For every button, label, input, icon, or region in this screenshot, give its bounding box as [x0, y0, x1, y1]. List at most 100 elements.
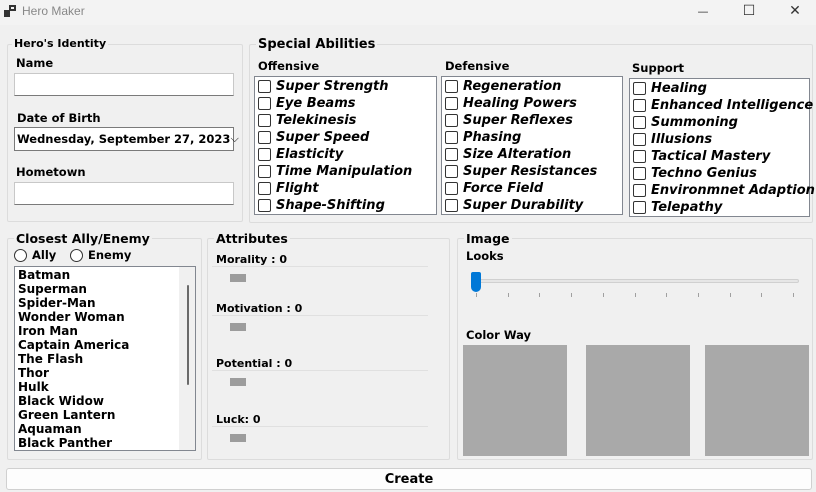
attribute-slider-thumb[interactable]: [230, 378, 246, 386]
checkbox-icon[interactable]: [258, 97, 271, 110]
ally-scroll-thumb[interactable]: [187, 285, 189, 385]
list-item[interactable]: Thor: [15, 366, 195, 380]
attribute-slider-thumb[interactable]: [230, 434, 246, 442]
checkbox-label: Super Resistances: [463, 164, 598, 179]
checkbox-label: Size Alteration: [463, 147, 572, 162]
defensive-checkbox-item[interactable]: Super Durability: [445, 197, 619, 214]
minimize-button[interactable]: —: [680, 0, 726, 22]
ally-radio[interactable]: Ally: [14, 248, 56, 262]
ally-scrollbar[interactable]: [179, 267, 195, 450]
offensive-checkbox-item[interactable]: Telekinesis: [258, 112, 433, 129]
color-swatch-2[interactable]: [586, 345, 690, 456]
checkbox-icon[interactable]: [258, 148, 271, 161]
attribute-label: Morality : 0: [216, 253, 288, 266]
list-item[interactable]: Aquaman: [15, 422, 195, 436]
support-checkbox-item[interactable]: Enhanced Intelligence: [633, 97, 813, 114]
looks-slider-thumb[interactable]: [471, 272, 481, 292]
checkbox-label: Time Manipulation: [276, 164, 413, 179]
attribute-track[interactable]: [212, 426, 428, 427]
list-item[interactable]: Captain America: [15, 338, 195, 352]
list-item[interactable]: Batman: [15, 268, 195, 282]
checkbox-icon[interactable]: [258, 131, 271, 144]
attribute-slider-thumb[interactable]: [230, 274, 246, 282]
checkbox-label: Techno Genius: [651, 166, 757, 181]
checkbox-icon[interactable]: [633, 167, 646, 180]
support-checkbox-item[interactable]: Telepathy: [633, 199, 806, 216]
checkbox-icon[interactable]: [258, 199, 271, 212]
list-item[interactable]: Green Lantern: [15, 408, 195, 422]
defensive-checkbox-item[interactable]: Phasing: [445, 129, 619, 146]
name-input[interactable]: [14, 73, 234, 96]
offensive-checkbox-item[interactable]: Super Strength: [258, 78, 433, 95]
support-checkbox-item[interactable]: Healing: [633, 80, 806, 97]
ally-listbox[interactable]: Batman Superman Spider-Man Wonder Woman Iron…: [14, 266, 196, 451]
dob-picker[interactable]: Wednesday, September 27, 2023 ⌵: [14, 127, 239, 151]
support-checkbox-item[interactable]: Illusions: [633, 131, 806, 148]
defensive-checkbox-item[interactable]: Regeneration: [445, 78, 619, 95]
title-bar: Hero Maker — ☐ ✕: [0, 0, 816, 25]
checkbox-icon[interactable]: [445, 148, 458, 161]
checkbox-icon[interactable]: [633, 201, 646, 214]
color-swatch-3[interactable]: [705, 345, 809, 456]
offensive-checkbox-item[interactable]: Eye Beams: [258, 95, 433, 112]
list-item[interactable]: Superman: [15, 282, 195, 296]
defensive-checkbox-item[interactable]: Healing Powers: [445, 95, 619, 112]
checkbox-icon[interactable]: [445, 165, 458, 178]
checkbox-icon[interactable]: [445, 97, 458, 110]
offensive-checkbox-item[interactable]: Elasticity: [258, 146, 433, 163]
checkbox-icon[interactable]: [445, 114, 458, 127]
attribute-slider-thumb[interactable]: [230, 323, 246, 331]
ally-radio-circle: [14, 248, 27, 262]
checkbox-icon[interactable]: [445, 199, 458, 212]
list-item[interactable]: Wonder Woman: [15, 310, 195, 324]
support-checkbox-item[interactable]: Techno Genius: [633, 165, 806, 182]
attribute-track[interactable]: [212, 315, 428, 316]
list-item[interactable]: Spider-Man: [15, 296, 195, 310]
checkbox-label: Summoning: [651, 115, 738, 130]
slider-tick: [666, 293, 668, 297]
attribute-track[interactable]: [212, 370, 428, 371]
attribute-track[interactable]: [212, 266, 428, 267]
checkbox-label: Telekinesis: [276, 113, 357, 128]
list-item[interactable]: Black Widow: [15, 394, 195, 408]
checkbox-icon[interactable]: [633, 99, 646, 112]
checkbox-icon[interactable]: [445, 131, 458, 144]
offensive-list: Super Strength Eye Beams Telekinesis Super …: [254, 76, 437, 215]
offensive-checkbox-item[interactable]: Flight: [258, 180, 433, 197]
defensive-checkbox-item[interactable]: Size Alteration: [445, 146, 619, 163]
maximize-button[interactable]: ☐: [726, 0, 772, 22]
defensive-checkbox-item[interactable]: Super Resistances: [445, 163, 619, 180]
offensive-checkbox-item[interactable]: Super Speed: [258, 129, 433, 146]
checkbox-icon[interactable]: [258, 165, 271, 178]
checkbox-label: Super Reflexes: [463, 113, 573, 128]
checkbox-icon[interactable]: [633, 116, 646, 129]
list-item[interactable]: Hulk: [15, 380, 195, 394]
list-item[interactable]: Black Panther: [15, 436, 195, 450]
offensive-checkbox-item[interactable]: Shape-Shifting: [258, 197, 433, 214]
looks-slider-track[interactable]: [473, 279, 799, 283]
checkbox-icon[interactable]: [258, 80, 271, 93]
checkbox-icon[interactable]: [633, 184, 646, 197]
checkbox-label: Elasticity: [276, 147, 344, 162]
hometown-input[interactable]: [14, 182, 234, 205]
support-checkbox-item[interactable]: Environmnet Adaption: [633, 182, 815, 199]
list-item[interactable]: The Flash: [15, 352, 195, 366]
list-item[interactable]: Iron Man: [15, 324, 195, 338]
checkbox-icon[interactable]: [633, 133, 646, 146]
defensive-checkbox-item[interactable]: Force Field: [445, 180, 619, 197]
offensive-checkbox-item[interactable]: Time Manipulation: [258, 163, 433, 180]
checkbox-icon[interactable]: [258, 114, 271, 127]
close-button[interactable]: ✕: [772, 0, 816, 22]
checkbox-label: Flight: [276, 181, 319, 196]
checkbox-icon[interactable]: [445, 182, 458, 195]
support-checkbox-item[interactable]: Summoning: [633, 114, 806, 131]
support-checkbox-item[interactable]: Tactical Mastery: [633, 148, 806, 165]
checkbox-icon[interactable]: [633, 82, 646, 95]
checkbox-icon[interactable]: [258, 182, 271, 195]
checkbox-icon[interactable]: [445, 80, 458, 93]
defensive-checkbox-item[interactable]: Super Reflexes: [445, 112, 619, 129]
create-button[interactable]: Create: [6, 468, 812, 490]
enemy-radio[interactable]: Enemy: [70, 248, 131, 262]
checkbox-icon[interactable]: [633, 150, 646, 163]
color-swatch-1[interactable]: [463, 345, 567, 456]
